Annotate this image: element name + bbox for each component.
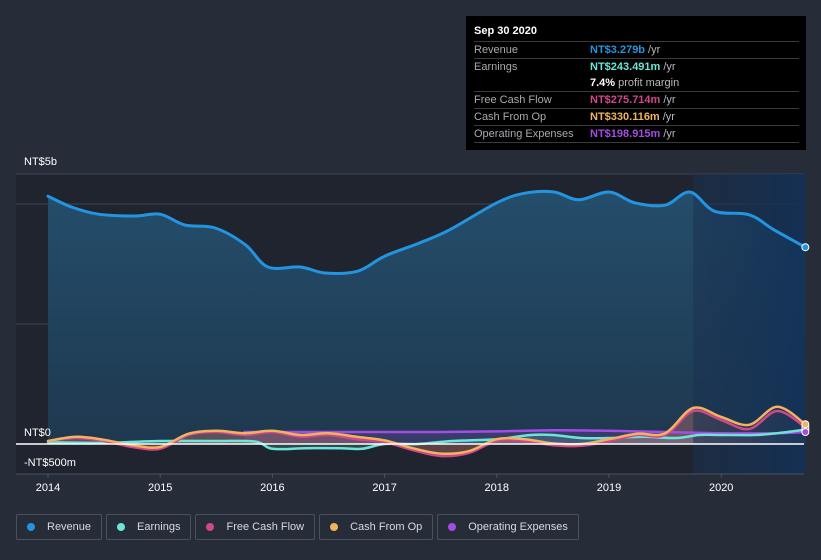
x-tick-label: 2020 <box>709 482 733 494</box>
legend-item-cash-from-op[interactable]: Cash From Op <box>319 514 434 540</box>
tooltip-suffix: /yr <box>663 128 676 140</box>
y-axis-label: NT$0 <box>24 427 51 439</box>
legend-item-revenue[interactable]: Revenue <box>16 514 103 540</box>
y-axis-label: NT$5b <box>24 156 57 168</box>
tooltip-label <box>474 75 590 91</box>
tooltip-value: NT$243.491m <box>590 61 661 73</box>
legend-label: Cash From Op <box>350 521 423 533</box>
legend-label: Operating Expenses <box>468 521 568 533</box>
tooltip-date: Sep 30 2020 <box>474 23 799 42</box>
tooltip-label: Earnings <box>474 61 518 73</box>
tooltip-suffix: profit margin <box>618 77 680 89</box>
legend-dot-icon <box>448 523 457 531</box>
x-tick-label: 2016 <box>260 482 284 494</box>
tooltip-value: NT$198.915m <box>590 128 661 140</box>
tooltip-row: Cash From Op NT$330.116m/yr <box>474 109 799 126</box>
tooltip-label: Revenue <box>474 44 519 56</box>
tooltip-row: Revenue NT$3.279b/yr <box>474 42 799 59</box>
legend-label: Revenue <box>47 521 92 533</box>
legend-label: Free Cash Flow <box>226 521 305 533</box>
legend-dot-icon <box>117 523 126 531</box>
legend: Revenue Earnings Free Cash Flow Cash From O… <box>16 514 579 540</box>
tooltip-row: 7.4% profit margin <box>474 75 799 92</box>
tooltip-suffix: /yr <box>662 111 675 123</box>
tooltip-suffix: /yr <box>663 94 676 106</box>
legend-item-free-cash-flow[interactable]: Free Cash Flow <box>195 514 316 540</box>
x-tick-label: 2014 <box>36 482 60 494</box>
legend-item-operating-expenses[interactable]: Operating Expenses <box>437 514 579 540</box>
operating-expenses-end-marker <box>801 428 810 436</box>
legend-dot-icon <box>330 523 339 531</box>
y-axis-label: -NT$500m <box>24 457 76 469</box>
tooltip-suffix: /yr <box>648 44 661 56</box>
tooltip-suffix: /yr <box>663 61 676 73</box>
revenue-end-marker <box>801 243 810 252</box>
x-ticks: 2014 2015 2016 2017 2018 2019 2020 <box>36 474 733 494</box>
legend-label: Earnings <box>137 521 181 533</box>
tooltip-label: Operating Expenses <box>474 128 574 140</box>
tooltip-label: Free Cash Flow <box>474 94 552 106</box>
tooltip-row: Operating Expenses NT$198.915m/yr <box>474 126 799 143</box>
tooltip: Sep 30 2020 Revenue NT$3.279b/yr Earnings N… <box>466 16 806 150</box>
tooltip-value: NT$3.279b <box>590 44 646 56</box>
x-tick-label: 2018 <box>485 482 509 494</box>
tooltip-value: NT$275.714m <box>590 94 661 106</box>
cash-from-op-end-marker <box>801 420 810 429</box>
x-tick-label: 2017 <box>372 482 396 494</box>
tooltip-label: Cash From Op <box>474 111 547 123</box>
tooltip-rows: Revenue NT$3.279b/yr Earnings NT$243.491m/y… <box>474 42 799 143</box>
tooltip-value: NT$330.116m <box>590 111 660 123</box>
x-tick-label: 2019 <box>597 482 621 494</box>
legend-item-earnings[interactable]: Earnings <box>106 514 192 540</box>
tooltip-value: 7.4% <box>590 77 616 89</box>
legend-dot-icon <box>206 523 215 531</box>
x-tick-label: 2015 <box>148 482 172 494</box>
tooltip-row: Free Cash Flow NT$275.714m/yr <box>474 92 799 109</box>
tooltip-row: Earnings NT$243.491m/yr <box>474 59 799 75</box>
legend-dot-icon <box>27 523 35 531</box>
